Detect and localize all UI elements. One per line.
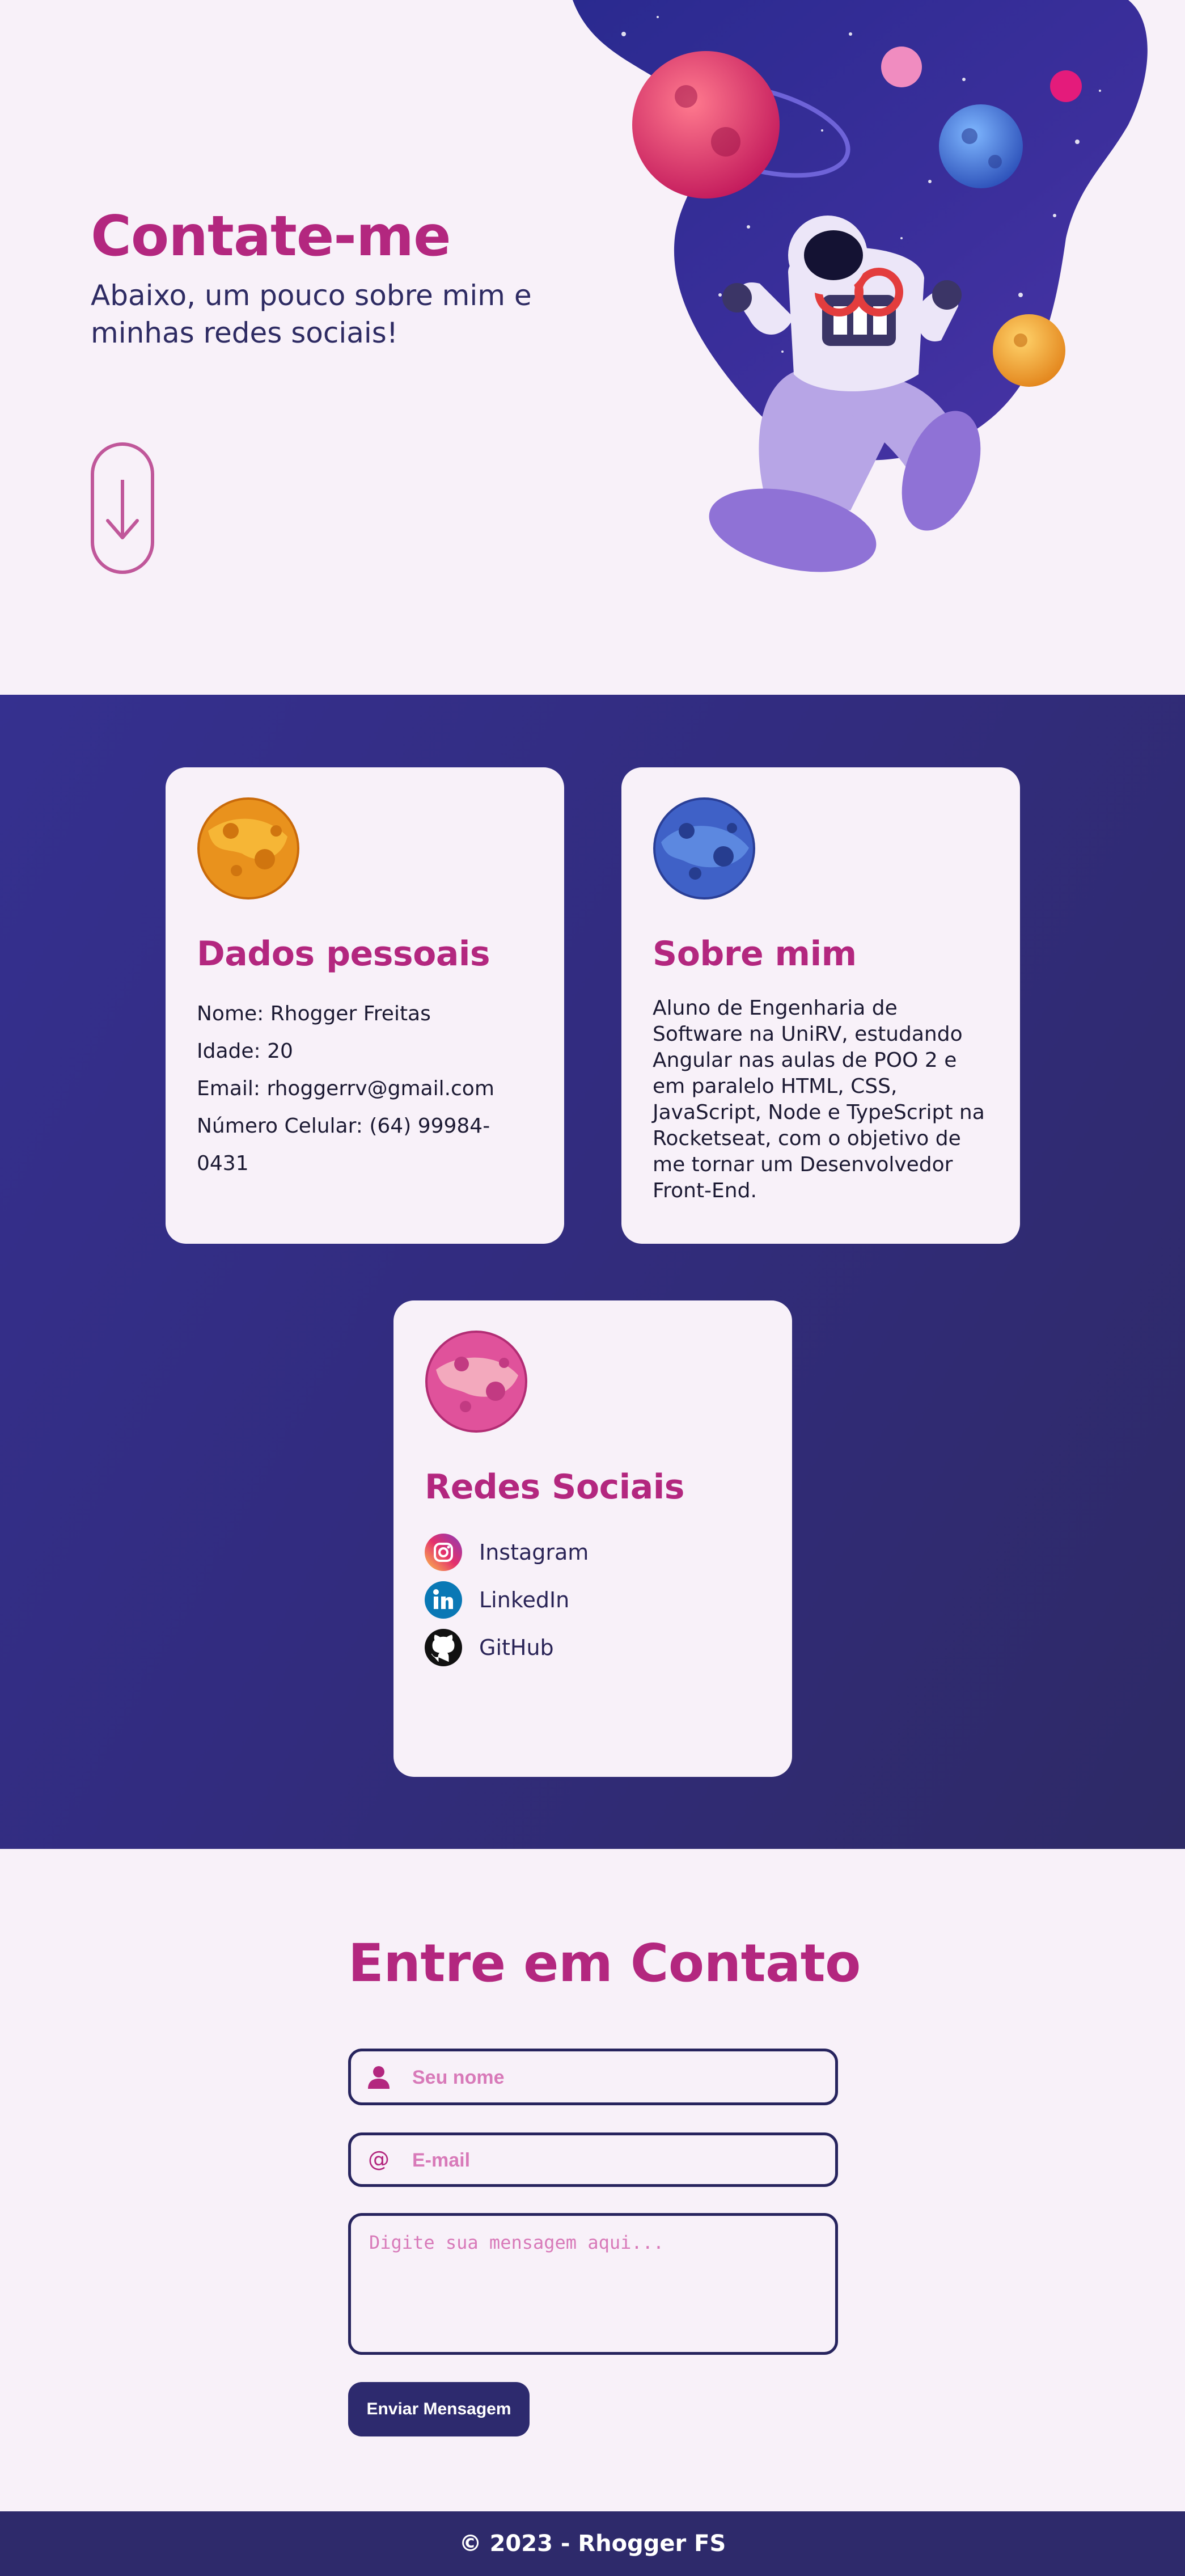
- linkedin-label: LinkedIn: [479, 1587, 570, 1612]
- message-textarea[interactable]: [368, 2231, 824, 2341]
- astronaut-space-illustration: [573, 0, 1148, 572]
- about-me-card: Sobre mim Aluno de Engenharia de Softwar…: [621, 767, 1020, 1244]
- name-field[interactable]: [348, 2049, 838, 2105]
- about-section: Dados pessoais Nome: Rhogger Freitas Ida…: [0, 695, 1185, 1849]
- scroll-down-button[interactable]: [91, 442, 154, 574]
- page-subtitle: Abaixo, um pouco sobre mim e minhas rede…: [91, 279, 532, 349]
- contact-section: Entre em Contato @ Enviar Mensagem: [0, 1849, 1185, 2511]
- github-link[interactable]: GitHub: [425, 1624, 761, 1671]
- footer-copyright: © 2023 - Rhogger FS: [459, 2531, 726, 2557]
- social-title: Redes Sociais: [425, 1467, 684, 1507]
- svg-text:@: @: [368, 2147, 390, 2172]
- at-icon: @: [368, 2147, 390, 2172]
- github-icon: [425, 1629, 462, 1666]
- social-card: Redes Sociais Instagram LinkedIn GitHub: [393, 1300, 792, 1777]
- user-icon: [368, 2066, 390, 2089]
- hero-section: Contate-me Abaixo, um pouco sobre mim e …: [0, 0, 1185, 695]
- message-field[interactable]: [348, 2213, 838, 2355]
- github-label: GitHub: [479, 1635, 554, 1660]
- age-info: Idade: 20: [197, 1040, 293, 1063]
- name-input[interactable]: [411, 2051, 822, 2104]
- instagram-label: Instagram: [479, 1540, 589, 1565]
- about-me-title: Sobre mim: [653, 934, 857, 974]
- orange-planet-icon: [197, 797, 299, 900]
- instagram-link[interactable]: Instagram: [425, 1528, 761, 1576]
- linkedin-icon: [425, 1581, 462, 1619]
- blue-planet-icon: [653, 797, 755, 900]
- arrow-down-icon: [106, 480, 139, 539]
- name-info: Nome: Rhogger Freitas: [197, 1002, 431, 1025]
- personal-info-title: Dados pessoais: [197, 934, 490, 974]
- footer: © 2023 - Rhogger FS: [0, 2511, 1185, 2576]
- email-info: Email: rhoggerrv@gmail.com: [197, 1077, 494, 1100]
- about-me-text: Aluno de Engenharia de Software na UniRV…: [653, 996, 985, 1202]
- instagram-icon: [425, 1534, 462, 1571]
- contact-title: Entre em Contato: [348, 1933, 861, 1994]
- linkedin-link[interactable]: LinkedIn: [425, 1576, 761, 1624]
- pink-planet-icon: [425, 1331, 527, 1433]
- personal-info-card: Dados pessoais Nome: Rhogger Freitas Ida…: [166, 767, 564, 1244]
- phone-info: Número Celular: (64) 99984-0431: [197, 1114, 490, 1175]
- email-input[interactable]: [411, 2135, 822, 2185]
- email-field[interactable]: @: [348, 2132, 838, 2187]
- send-message-button[interactable]: Enviar Mensagem: [348, 2382, 530, 2436]
- page-title: Contate-me: [91, 204, 451, 269]
